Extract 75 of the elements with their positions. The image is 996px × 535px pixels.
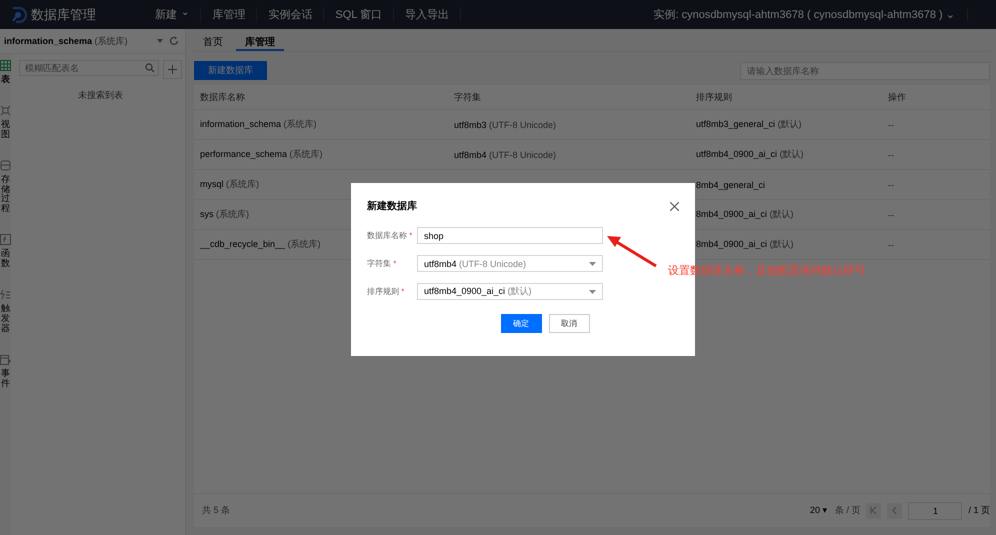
table-cell: utf8mb3_general_ci (默认) [696,119,802,129]
table-cell: -- [888,240,894,250]
menu-item[interactable]: 导入导出 [394,7,462,22]
app-title: 数据库管理 [31,6,96,24]
dialog-title: 新建数据库 [367,199,417,213]
tab[interactable]: 库管理 [236,29,284,51]
table-cell: 8mb4_general_ci [696,180,766,190]
calendar-icon [0,354,11,365]
sidebar-tab[interactable]: 视图 [0,104,11,140]
sidebar-tab[interactable]: 表 [0,60,11,85]
dropdown-icon[interactable] [157,39,163,43]
database-selector[interactable]: information_schema (系统库) [4,34,151,48]
page-input[interactable]: 1 [908,502,962,520]
select-field[interactable]: utf8mb4_0900_ai_ci (默认) [417,283,603,300]
field-label: 排序规则 * [367,286,406,297]
table-cell: -- [888,210,894,220]
table-cell: -- [888,180,894,190]
previous-icon [892,507,898,514]
sidebar-tab[interactable]: 函数 [0,234,11,270]
search-field[interactable]: 模糊匹配表名 [19,60,159,76]
table-cell: -- [888,150,894,160]
table-cell: utf8mb4_0900_ai_ci (默认) [696,149,804,159]
menu-item[interactable]: 实例会话 [257,7,324,22]
field-label: 字符集 * [367,258,398,269]
table-cell: performance_schema (系统库) [200,149,323,159]
page-size-selector[interactable]: 20 ▾ [810,505,827,516]
table-icon [0,60,11,71]
first-page-icon [870,507,878,514]
field-label: 数据库名称 * [367,230,414,241]
page-total: / 1 页 [968,504,990,517]
column-header: 字符集 [453,90,482,104]
database-name-field[interactable]: shop [417,227,603,244]
table-cell: utf8mb4 (UTF-8 Unicode) [454,150,556,160]
view-icon [0,104,11,116]
first-page-button[interactable] [866,502,882,518]
tab[interactable]: 首页 [194,29,232,51]
trigger-icon [0,289,11,300]
create-database-button[interactable]: 新建数据库 [194,61,267,80]
annotation-arrow [606,234,658,268]
sidebar-tab[interactable]: 触发器 [0,289,11,334]
table-cell: information_schema (系统库) [200,119,317,129]
page-size-unit: 条 / 页 [834,504,860,517]
refresh-icon[interactable] [169,36,179,46]
table-cell: 8mb4_0900_ai_ci (默认) [696,239,794,249]
dropdown-icon [589,290,596,294]
column-header: 操作 [887,90,907,104]
column-header: 排序规则 [695,90,733,104]
table-cell: -- [888,120,894,130]
previous-page-button[interactable] [887,502,902,518]
table-cell: utf8mb3 (UTF-8 Unicode) [454,120,556,130]
database-icon [0,160,11,171]
menu-item[interactable]: 新建 ⌄ [144,7,202,22]
table-cell: mysql (系统库) [200,179,260,189]
close-icon[interactable] [670,202,679,210]
cancel-button[interactable]: 取消 [548,314,590,333]
empty-text: 未搜索到表 [77,89,124,102]
logo-icon [10,6,28,24]
search-icon [145,63,155,73]
add-button[interactable] [163,60,182,79]
confirm-button[interactable]: 确定 [500,314,542,333]
select-field[interactable]: utf8mb4 (UTF-8 Unicode) [417,255,603,272]
table-cell: __cdb_recycle_bin__ (系统库) [200,239,321,249]
total-count: 共 5 条 [202,504,230,517]
column-header: 数据库名称 [199,90,246,104]
table-cell: sys (系统库) [200,209,250,219]
menu-item[interactable]: SQL 窗口 [324,7,394,22]
plus-icon [168,65,177,74]
menu-item[interactable]: 库管理 [201,7,258,22]
search-field[interactable]: 请输入数据库名称 [740,62,990,80]
sidebar-tab[interactable]: 事件 [0,354,11,388]
table-cell: 8mb4_0900_ai_ci (默认) [696,209,794,219]
function-icon [0,234,11,246]
dropdown-icon [589,262,596,266]
sidebar-tab[interactable]: 存储过程 [0,160,11,214]
instance-selector[interactable]: 实例: cynosdbmysql-ahtm3678 ( cynosdbmysql-ahtm3678 ) ⌄ [654,7,967,22]
